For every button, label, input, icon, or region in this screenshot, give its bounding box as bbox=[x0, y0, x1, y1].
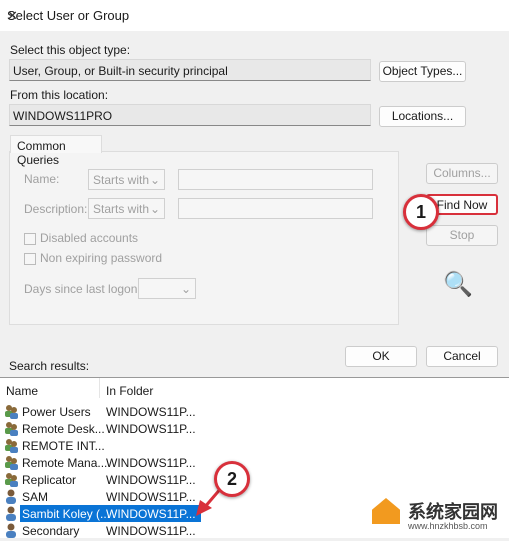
table-row[interactable]: Power Users WINDOWS11P... bbox=[0, 403, 200, 420]
table-row[interactable]: Remote Mana... WINDOWS11P... bbox=[0, 454, 200, 471]
name-input[interactable] bbox=[178, 169, 373, 190]
non-expiring-checkbox[interactable]: Non expiring password bbox=[24, 251, 162, 265]
column-divider[interactable] bbox=[99, 378, 100, 398]
user-icon bbox=[4, 523, 19, 538]
column-header-name[interactable]: Name bbox=[6, 384, 38, 398]
locations-button[interactable]: Locations... bbox=[379, 106, 466, 127]
user-icon bbox=[4, 506, 19, 521]
location-field: WINDOWS11PRO bbox=[9, 104, 371, 126]
stop-button[interactable]: Stop bbox=[426, 225, 498, 246]
cancel-button[interactable]: Cancel bbox=[426, 346, 498, 367]
description-combo-value: Starts with bbox=[93, 202, 150, 216]
group-icon bbox=[4, 404, 19, 419]
days-label: Days since last logon: bbox=[24, 282, 141, 296]
table-row[interactable]: Sambit Koley (... WINDOWS11P... bbox=[6, 505, 201, 522]
row-folder: WINDOWS11P... bbox=[106, 405, 196, 419]
tab-common-queries[interactable]: Common Queries bbox=[10, 135, 102, 167]
table-row[interactable]: Secondary WINDOWS11P... bbox=[0, 522, 200, 539]
columns-button[interactable]: Columns... bbox=[426, 163, 498, 184]
row-name: Power Users bbox=[22, 405, 91, 419]
row-name: Remote Mana... bbox=[22, 456, 108, 470]
row-name: Sambit Koley (... bbox=[22, 507, 111, 521]
group-icon bbox=[4, 455, 19, 470]
search-results-label: Search results: bbox=[9, 359, 90, 373]
row-folder: WINDOWS11P... bbox=[106, 473, 196, 487]
description-combo[interactable]: Starts with ⌄ bbox=[88, 198, 165, 219]
row-name: Remote Desk... bbox=[22, 422, 105, 436]
row-name: REMOTE INT... bbox=[22, 439, 105, 453]
ok-button[interactable]: OK bbox=[345, 346, 417, 367]
table-row[interactable]: SAM WINDOWS11P... bbox=[0, 488, 200, 505]
disabled-accounts-checkbox[interactable]: Disabled accounts bbox=[24, 231, 138, 245]
close-icon[interactable]: ✕ bbox=[7, 8, 501, 24]
row-folder: WINDOWS11P... bbox=[106, 490, 196, 504]
annotation-1: 1 bbox=[403, 194, 439, 230]
table-row[interactable]: Replicator WINDOWS11P... bbox=[0, 471, 200, 488]
group-icon bbox=[4, 438, 19, 453]
row-folder: WINDOWS11P... bbox=[106, 524, 196, 538]
description-label: Description: bbox=[24, 202, 88, 216]
chevron-down-icon: ⌄ bbox=[149, 173, 160, 187]
object-type-label: Select this object type: bbox=[10, 43, 131, 57]
title-bar: Select User or Group ✕ bbox=[0, 0, 509, 31]
search-magnifier-icon: 🔍 bbox=[443, 271, 473, 298]
non-expiring-label: Non expiring password bbox=[40, 251, 163, 265]
watermark-logo: 系统家园网 www.hnzkhbsb.com bbox=[372, 496, 507, 536]
location-label: From this location: bbox=[10, 88, 109, 102]
checkbox-icon bbox=[24, 232, 36, 245]
days-combo[interactable]: ⌄ bbox=[138, 278, 196, 299]
row-name: SAM bbox=[22, 490, 49, 504]
table-row[interactable]: Remote Desk... WINDOWS11P... bbox=[0, 420, 200, 437]
group-icon bbox=[4, 472, 19, 487]
object-types-button[interactable]: Object Types... bbox=[379, 61, 466, 82]
annotation-2: 2 bbox=[214, 461, 250, 497]
disabled-accounts-label: Disabled accounts bbox=[40, 231, 139, 245]
table-row[interactable]: REMOTE INT... bbox=[0, 437, 200, 454]
row-folder: WINDOWS11P... bbox=[106, 422, 196, 436]
checkbox-icon bbox=[24, 252, 36, 265]
row-name: Replicator bbox=[22, 473, 77, 487]
chevron-down-icon: ⌄ bbox=[149, 202, 160, 216]
description-input[interactable] bbox=[178, 198, 373, 219]
row-name: Secondary bbox=[22, 524, 80, 538]
column-header-folder[interactable]: In Folder bbox=[106, 384, 153, 398]
group-icon bbox=[4, 421, 19, 436]
chevron-down-icon: ⌄ bbox=[180, 282, 191, 296]
name-combo-value: Starts with bbox=[93, 173, 150, 187]
row-folder: WINDOWS11P... bbox=[106, 456, 196, 470]
name-combo[interactable]: Starts with ⌄ bbox=[88, 169, 165, 190]
object-type-field: User, Group, or Built-in security princi… bbox=[9, 59, 371, 81]
row-folder: WINDOWS11P... bbox=[106, 507, 196, 521]
user-icon bbox=[4, 489, 19, 504]
name-label: Name: bbox=[24, 172, 60, 186]
